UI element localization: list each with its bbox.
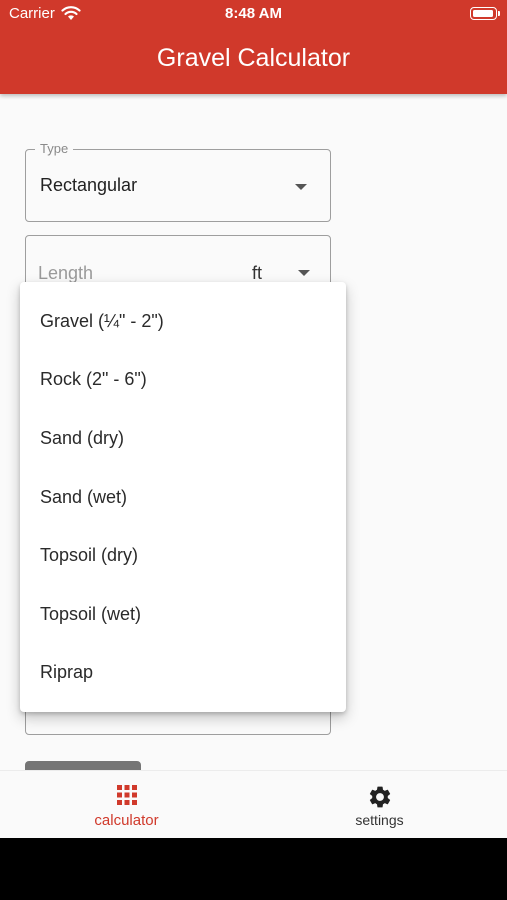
type-select[interactable]: Type Rectangular [25, 141, 331, 222]
nav-settings-label: settings [355, 812, 404, 828]
menu-item-rock[interactable]: Rock (2" - 6") [20, 351, 346, 410]
bottom-navigation: calculator settings [0, 770, 507, 838]
caret-down-icon [295, 184, 307, 190]
type-value: Rectangular [40, 175, 138, 195]
status-time: 8:48 AM [225, 5, 282, 22]
app-bar: Carrier 8:48 AM Gravel Calculator [0, 0, 507, 94]
nav-settings[interactable]: settings [253, 771, 506, 838]
gear-icon [369, 786, 391, 808]
length-placeholder: Length [38, 263, 94, 283]
menu-item-topsoil-wet[interactable]: Topsoil (wet) [20, 585, 346, 644]
menu-item-sand-wet[interactable]: Sand (wet) [20, 468, 346, 527]
menu-item-gravel[interactable]: Gravel (¼" - 2") [20, 292, 346, 351]
length-unit-select[interactable]: ft [250, 260, 320, 284]
menu-item-riprap[interactable]: Riprap [20, 644, 346, 703]
menu-item-topsoil-dry[interactable]: Topsoil (dry) [20, 526, 346, 585]
material-dropdown-menu: Gravel (¼" - 2") Rock (2" - 6") Sand (dr… [20, 282, 346, 712]
caret-down-icon [298, 270, 310, 276]
type-legend: Type [35, 141, 74, 156]
length-unit-value: ft [252, 263, 263, 283]
nav-calculator[interactable]: calculator [0, 771, 253, 838]
battery-icon [470, 7, 500, 20]
nav-calculator-label: calculator [94, 812, 159, 829]
grid-icon [117, 785, 137, 805]
status-bar: Carrier 8:48 AM [0, 0, 507, 28]
page-title: Gravel Calculator [156, 44, 351, 72]
menu-item-sand-dry[interactable]: Sand (dry) [20, 409, 346, 468]
app-screen: Carrier 8:48 AM Gravel Calculator Type R… [0, 0, 507, 838]
